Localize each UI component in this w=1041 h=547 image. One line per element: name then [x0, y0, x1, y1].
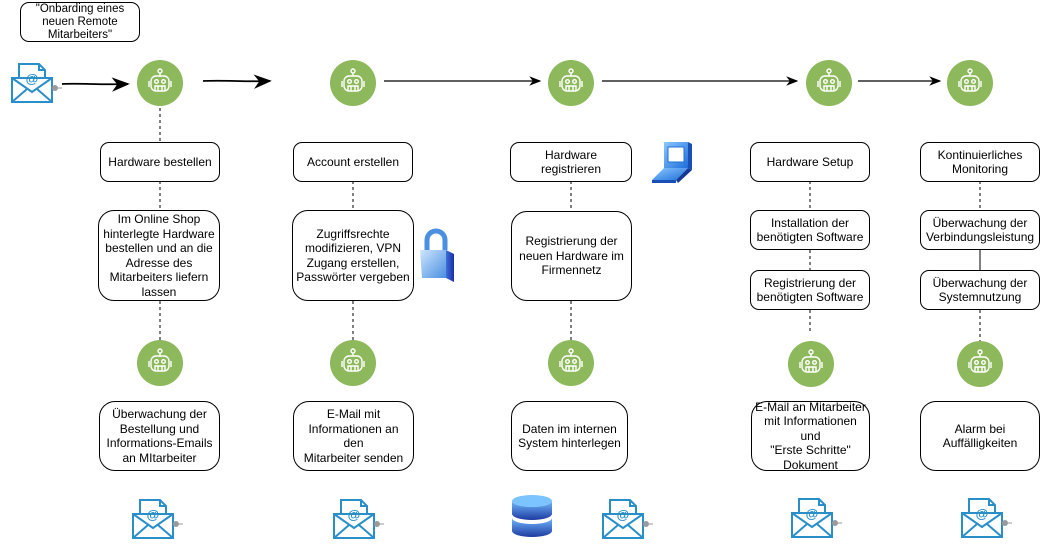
step-detail: Zugriffsrechte modifizieren, VPN Zugang … [292, 210, 414, 301]
step-detail: Registrierung der benötigten Software [750, 270, 870, 310]
robot-icon [330, 340, 376, 386]
email-icon [959, 495, 1013, 546]
robot-icon [330, 60, 376, 106]
email-icon [331, 496, 385, 547]
step-result: Überwachung der Bestellung und Informati… [99, 401, 220, 471]
step-header-hardware-setup: Hardware Setup [750, 142, 870, 182]
step-header-hardware-registrieren: Hardware registrieren [510, 142, 632, 182]
step-result: Alarm bei Auffälligkeiten [920, 401, 1040, 471]
database-icon [510, 493, 554, 544]
robot-icon [957, 341, 1003, 387]
laptop-icon [650, 138, 696, 189]
robot-icon [806, 60, 852, 106]
email-icon [130, 496, 184, 547]
svg-text:@: @ [26, 71, 39, 86]
robot-icon [788, 341, 834, 387]
flow-arrow [202, 74, 272, 89]
step-result: E-Mail mit Informationen an den Mitarbei… [293, 401, 414, 471]
step-detail: Im Online Shop hinterlegte Hardware best… [98, 210, 220, 301]
robot-icon [548, 340, 594, 386]
lock-icon [418, 228, 458, 287]
step-detail: Überwachung der Verbindungsleistung [920, 210, 1040, 250]
robot-icon [137, 340, 183, 386]
diagram-title-note: "Onbarding eines neuen Remote Mitarbeite… [20, 2, 140, 42]
step-result: Daten im internen System hinterlegen [511, 401, 628, 471]
robot-icon [947, 60, 993, 106]
step-detail: Installation der benötigten Software [750, 210, 870, 250]
step-result: E-Mail an Mitarbeiter mit Informationen … [751, 400, 870, 472]
email-icon [600, 496, 654, 547]
step-header-hardware-bestellen: Hardware bestellen [100, 142, 220, 182]
step-header-kontinuierliches-monitoring: Kontinuierliches Monitoring [920, 142, 1040, 182]
robot-icon [548, 60, 594, 106]
step-detail: Überwachung der Systemnutzung [920, 270, 1040, 310]
flow-arrow [61, 77, 130, 92]
email-icon [789, 495, 843, 546]
step-header-account-erstellen: Account erstellen [293, 142, 413, 182]
robot-icon [137, 60, 183, 106]
step-detail: Registrierung der neuen Hardware im Firm… [511, 211, 632, 301]
email-icon: @ [9, 60, 63, 111]
